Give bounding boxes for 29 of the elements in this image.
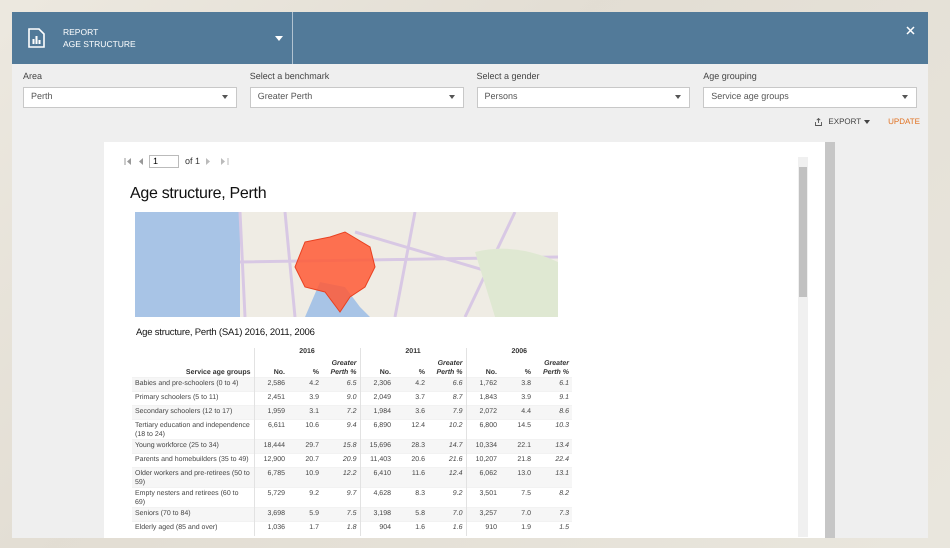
- first-page-icon[interactable]: [124, 158, 132, 165]
- share-icon[interactable]: [815, 118, 822, 126]
- caret-icon[interactable]: [275, 36, 283, 40]
- filter-label: Select a gender: [476, 70, 541, 83]
- report-title: Age structure, Perth: [130, 184, 268, 204]
- last-page-icon[interactable]: [221, 158, 230, 165]
- caret-icon: [675, 95, 682, 99]
- filter-label: Age grouping: [703, 70, 758, 83]
- report-selector[interactable]: REPORT AGE STRUCTURE: [63, 26, 136, 50]
- filter-label: Area: [23, 70, 44, 83]
- scrollbar-track[interactable]: [798, 156, 808, 536]
- filter-label: Select a benchmark: [250, 70, 330, 83]
- table-title: Age structure, Perth (SA1) 2016, 2011, 2006: [136, 326, 316, 340]
- dropdown-field[interactable]: Persons: [476, 86, 690, 108]
- dropdown-field[interactable]: Greater Perth: [250, 86, 464, 108]
- previous-page-icon[interactable]: [138, 158, 143, 165]
- dropdown-field[interactable]: Perth: [23, 86, 237, 108]
- caret-icon: [222, 95, 228, 99]
- close-icon[interactable]: [906, 26, 915, 35]
- caret-icon: [448, 95, 454, 99]
- document-chart-icon: [28, 28, 45, 48]
- next-page-icon[interactable]: [206, 158, 212, 165]
- page-field[interactable]: 1: [149, 154, 179, 168]
- dropdown-field[interactable]: Service age groups: [703, 86, 917, 108]
- scrollbar-track[interactable]: [825, 142, 835, 538]
- page-count: of 1: [185, 154, 200, 168]
- export-button[interactable]: EXPORT: [828, 116, 870, 128]
- caret-icon: [902, 95, 908, 99]
- scrollbar-thumb[interactable]: [799, 166, 807, 296]
